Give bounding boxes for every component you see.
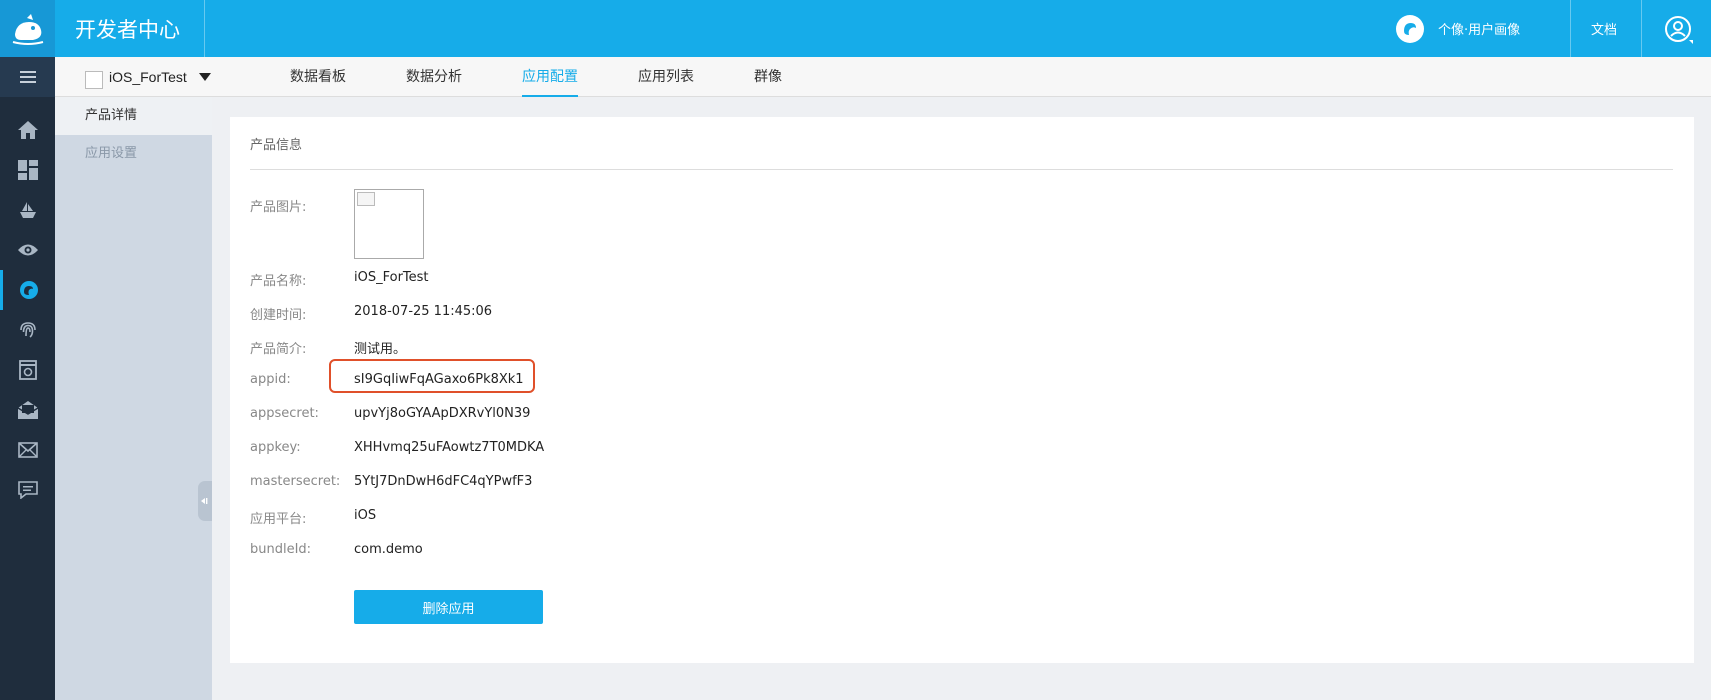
brand-title[interactable]: 开发者中心 [55, 0, 205, 57]
created-label: 创建时间: [250, 308, 307, 323]
home-icon [17, 121, 38, 139]
product-icon [1396, 14, 1424, 43]
intro-label: 产品简介: [250, 342, 307, 357]
mastersecret-label: mastersecret: [250, 474, 341, 489]
tab-data-analysis[interactable]: 数据分析 [406, 57, 462, 97]
dashboard-icon [17, 160, 38, 180]
image-label: 产品图片: [250, 200, 307, 215]
card-divider [250, 169, 1673, 170]
bundle-label: bundleId: [250, 542, 312, 557]
fingerprint-icon [19, 322, 36, 338]
nav-fingerprint[interactable] [0, 310, 55, 350]
logo[interactable] [0, 0, 55, 57]
product-info-card: 产品信息 产品图片: 产品名称: iOS_ForTest 创建时间: 2018-… [230, 117, 1694, 663]
mail-open-icon [17, 401, 38, 419]
message-icon [17, 481, 38, 499]
left-nav [0, 57, 55, 700]
nav-dashboard[interactable] [0, 150, 55, 190]
secondary-sidebar: 产品详情 应用设置 [55, 97, 212, 700]
created-value: 2018-07-25 11:45:06 [354, 304, 493, 319]
mastersecret-value: 5YtJ7DnDwH6dFC4qYPwfF3 [354, 474, 533, 489]
user-avatar[interactable] [1663, 14, 1693, 44]
product-icon [20, 281, 38, 299]
header-divider [1641, 0, 1642, 57]
delete-app-button[interactable]: 删除应用 [354, 590, 543, 624]
nav-mail-open[interactable] [0, 390, 55, 430]
sidebar-item-app-settings[interactable]: 应用设置 [55, 135, 212, 173]
tab-app-config[interactable]: 应用配置 [522, 57, 578, 97]
eye-icon [17, 244, 38, 256]
menu-toggle[interactable] [0, 57, 55, 97]
nav-message[interactable] [0, 470, 55, 510]
nav-product[interactable] [0, 270, 55, 310]
platform-label: 应用平台: [250, 512, 307, 527]
nav-home[interactable] [0, 110, 55, 150]
caret-down-icon [198, 73, 211, 81]
appkey-label: appkey: [250, 440, 301, 455]
app-selector-label: iOS_ForTest [109, 69, 187, 85]
product-image [354, 189, 424, 259]
intro-value: 测试用。 [354, 342, 407, 357]
appid-label: appid: [250, 372, 291, 387]
platform-value: iOS [354, 508, 377, 523]
tab-group-portrait[interactable]: 群像 [754, 57, 782, 97]
nav-mail[interactable] [0, 430, 55, 470]
nav-boat[interactable] [0, 190, 55, 230]
app-selector[interactable]: iOS_ForTest [85, 57, 211, 97]
broken-image-icon [357, 192, 375, 206]
boat-icon [19, 202, 36, 218]
nav-screen[interactable] [0, 350, 55, 390]
appkey-value: XHHvmq25uFAowtz7T0MDKA [354, 440, 545, 455]
bundle-value: com.demo [354, 542, 423, 557]
app-thumbnail [85, 71, 103, 89]
sub-nav-bar: iOS_ForTest 数据看板 数据分析 应用配置 应用列表 群像 [55, 57, 1711, 97]
docs-link[interactable]: 文档 [1591, 0, 1617, 57]
product-switch[interactable]: 个像·用户画像 [1396, 0, 1520, 57]
appsecret-value: upvYj8oGYAApDXRvYl0N39 [354, 406, 531, 421]
tab-app-list[interactable]: 应用列表 [638, 57, 694, 97]
nav-eye[interactable] [0, 230, 55, 270]
user-icon [1665, 16, 1693, 44]
name-label: 产品名称: [250, 274, 307, 289]
top-header: 开发者中心 个像·用户画像 文档 [0, 0, 1711, 57]
screen-icon [18, 360, 37, 380]
sidebar-collapse-handle[interactable] [198, 481, 212, 521]
name-value: iOS_ForTest [354, 270, 429, 285]
collapse-left-icon [201, 498, 208, 504]
logo-icon [12, 13, 43, 45]
header-divider [1570, 0, 1571, 57]
tab-data-board[interactable]: 数据看板 [290, 57, 346, 97]
hamburger-icon [19, 71, 36, 83]
mail-icon [17, 442, 38, 458]
appsecret-label: appsecret: [250, 406, 319, 421]
sidebar-item-product-detail[interactable]: 产品详情 [55, 97, 212, 135]
appid-highlight-box [329, 359, 535, 393]
card-title: 产品信息 [250, 138, 303, 153]
product-label: 个像·用户画像 [1438, 23, 1521, 38]
